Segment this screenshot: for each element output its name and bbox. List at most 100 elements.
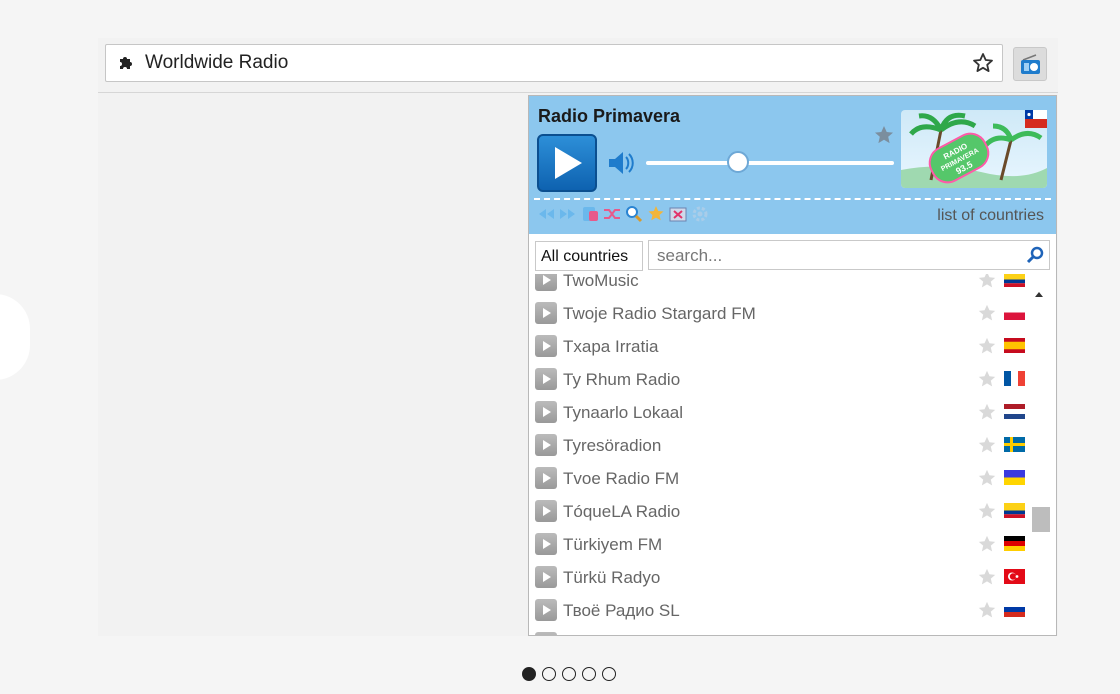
- play-station-icon[interactable]: [535, 302, 557, 324]
- ukraine-flag-icon: [1004, 470, 1025, 485]
- search-icon[interactable]: [625, 205, 643, 223]
- station-name: Tynaarlo Lokaal: [563, 403, 684, 422]
- play-station-icon[interactable]: [535, 500, 557, 522]
- scroll-up-arrow-icon[interactable]: [1033, 286, 1045, 304]
- star-icon[interactable]: [977, 274, 997, 295]
- star-icon[interactable]: [977, 534, 997, 559]
- list-item[interactable]: Tynaarlo Lokaal: [529, 396, 1029, 429]
- star-icon[interactable]: [977, 600, 997, 625]
- station-name: Türkü Radyo: [563, 568, 661, 587]
- play-station-icon[interactable]: [535, 533, 557, 555]
- turkey-flag-icon: [1004, 569, 1025, 584]
- volume-slider-knob[interactable]: [726, 151, 749, 173]
- star-icon[interactable]: [977, 402, 997, 427]
- settings-gear-icon[interactable]: [691, 205, 709, 223]
- puzzle-icon: [117, 54, 135, 72]
- radio-icon: [1021, 54, 1040, 74]
- list-item[interactable]: Твоё Радио SL: [529, 594, 1029, 627]
- carousel-dot-1[interactable]: [522, 667, 536, 681]
- list-item[interactable]: TóqueLA Radio: [529, 495, 1029, 528]
- list-item[interactable]: Türkü Radyo: [529, 561, 1029, 594]
- colombia-flag-icon: [1004, 503, 1025, 518]
- repeat-icon[interactable]: [581, 205, 599, 223]
- star-icon[interactable]: [977, 336, 997, 361]
- station-list: TwoMusic Twoje Radio Stargard FM Txapa I…: [529, 274, 1056, 635]
- star-icon[interactable]: [977, 435, 997, 460]
- carousel-prev-edge: [0, 294, 30, 380]
- station-name: Türkiyem FM: [563, 535, 663, 554]
- carousel-dot-4[interactable]: [582, 667, 596, 681]
- list-item[interactable]: Twoje Radio Stargard FM: [529, 297, 1029, 330]
- play-station-icon[interactable]: [535, 274, 557, 291]
- colombia-flag-icon: [1004, 274, 1025, 287]
- carousel-dot-5[interactable]: [602, 667, 616, 681]
- station-name: TwoMusic: [563, 274, 639, 290]
- carousel-dot-2[interactable]: [542, 667, 556, 681]
- list-item[interactable]: Tyresöradion: [529, 429, 1029, 462]
- favorites-icon[interactable]: [647, 205, 665, 223]
- radio-popup: Radio Primavera RADIO PRIMAVERA 93.5 lis…: [528, 95, 1057, 636]
- russia-flag-icon: [1004, 602, 1025, 617]
- player-controls: [537, 205, 709, 225]
- player-panel: Radio Primavera RADIO PRIMAVERA 93.5 lis…: [529, 96, 1056, 234]
- play-station-icon[interactable]: [535, 632, 557, 635]
- browser-window: Worldwide Radio Radio Primavera RADIO PR…: [98, 38, 1058, 636]
- station-name: Tyresöradion: [563, 436, 662, 455]
- volume-slider-track[interactable]: [646, 161, 894, 165]
- spain-flag-icon: [1004, 338, 1025, 353]
- station-name: Twoje Radio Stargard FM: [563, 304, 756, 323]
- star-icon[interactable]: [977, 468, 997, 493]
- volume-icon[interactable]: [606, 149, 636, 182]
- sweden-flag-icon: [1004, 437, 1025, 452]
- radio-extension-button[interactable]: [1013, 47, 1047, 81]
- play-station-icon[interactable]: [535, 566, 557, 588]
- station-name: Ty Rhum Radio: [563, 370, 681, 389]
- filter-row: All countries: [529, 240, 1056, 274]
- play-station-icon[interactable]: [535, 599, 557, 621]
- station-name: Txapa Irratia: [563, 337, 659, 356]
- search-input[interactable]: [655, 245, 1019, 267]
- star-icon[interactable]: [977, 501, 997, 526]
- play-station-icon[interactable]: [535, 368, 557, 390]
- fast-forward-icon[interactable]: [559, 205, 577, 223]
- list-item[interactable]: Tvoe Radio FM: [529, 462, 1029, 495]
- play-icon: [555, 147, 582, 179]
- list-item[interactable]: Türkiyem FM: [529, 528, 1029, 561]
- star-icon[interactable]: [977, 303, 997, 328]
- station-title: Radio Primavera: [538, 106, 681, 126]
- station-name: Твоё Радио SL: [563, 601, 680, 620]
- carousel-dot-3[interactable]: [562, 667, 576, 681]
- station-name: Tvoe Radio FM: [563, 469, 680, 488]
- shuffle-icon[interactable]: [603, 205, 621, 223]
- star-icon[interactable]: [977, 567, 997, 592]
- scrollbar-thumb[interactable]: [1032, 507, 1050, 532]
- search-icon[interactable]: [1025, 245, 1045, 270]
- carousel-pagination: [522, 667, 616, 681]
- play-button[interactable]: [537, 134, 597, 192]
- omnibox[interactable]: Worldwide Radio: [105, 44, 1003, 82]
- player-divider: [534, 198, 1051, 200]
- search-box: [648, 240, 1050, 270]
- germany-flag-icon: [1004, 536, 1025, 551]
- play-station-icon[interactable]: [535, 401, 557, 423]
- play-station-icon[interactable]: [535, 467, 557, 489]
- list-of-countries-link[interactable]: list of countries: [937, 207, 1044, 225]
- close-window-icon[interactable]: [669, 205, 687, 223]
- list-item[interactable]: TwoMusic: [529, 274, 1029, 297]
- omnibox-text: Worldwide Radio: [145, 52, 289, 73]
- favorite-star-icon[interactable]: [873, 124, 895, 151]
- list-item[interactable]: [529, 627, 1029, 635]
- netherlands-flag-icon: [1004, 404, 1025, 419]
- chile-flag-icon: [1025, 110, 1047, 128]
- star-icon[interactable]: [977, 369, 997, 394]
- poland-flag-icon: [1004, 305, 1025, 320]
- rewind-icon[interactable]: [537, 205, 555, 223]
- bookmark-star-icon[interactable]: [972, 52, 994, 74]
- station-name: TóqueLA Radio: [563, 502, 681, 521]
- play-station-icon[interactable]: [535, 335, 557, 357]
- list-item[interactable]: Ty Rhum Radio: [529, 363, 1029, 396]
- country-select[interactable]: All countries: [535, 241, 643, 271]
- list-item[interactable]: Txapa Irratia: [529, 330, 1029, 363]
- play-station-icon[interactable]: [535, 434, 557, 456]
- browser-toolbar: Worldwide Radio: [98, 38, 1058, 93]
